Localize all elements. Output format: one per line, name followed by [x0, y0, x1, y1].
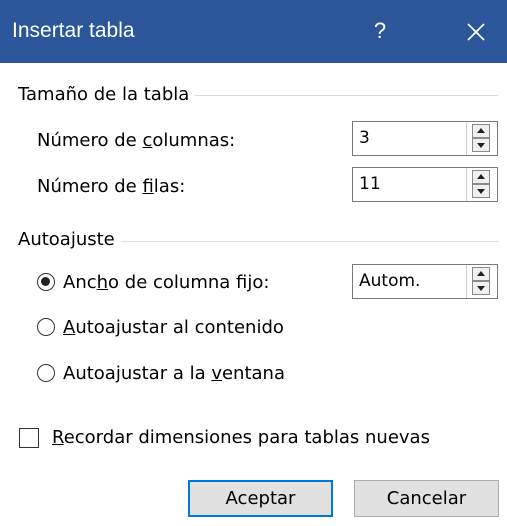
columns-spin-arrows [466, 122, 497, 155]
fixed-width-input[interactable]: Autom. [359, 271, 420, 291]
close-button[interactable] [455, 13, 495, 49]
rows-down-arrow-icon[interactable] [472, 184, 490, 198]
close-icon [467, 23, 485, 41]
rows-spinner[interactable]: 11 [352, 167, 498, 202]
remember-label[interactable]: Recordar dimensiones para tablas nuevas [52, 427, 430, 448]
columns-input[interactable]: 3 [359, 128, 370, 148]
fixed-width-down-arrow-icon[interactable] [472, 281, 490, 295]
columns-down-arrow-icon[interactable] [472, 138, 490, 152]
fit-contents-label[interactable]: Autoajustar al contenido [63, 317, 284, 338]
columns-label: Número de columnas: [37, 130, 236, 151]
fixed-width-up-arrow-icon[interactable] [472, 267, 490, 281]
ok-button[interactable]: Aceptar [188, 480, 333, 517]
fit-window-radio[interactable] [37, 364, 55, 382]
size-group-title: Tamaño de la tabla [18, 84, 196, 105]
fixed-width-spinner[interactable]: Autom. [352, 264, 498, 299]
rows-input[interactable]: 11 [359, 174, 381, 194]
cancel-button[interactable]: Cancelar [354, 480, 499, 517]
columns-spinner[interactable]: 3 [352, 121, 498, 156]
fixed-width-radio[interactable] [37, 273, 55, 291]
fit-window-label[interactable]: Autoajustar a la ventana [63, 363, 285, 384]
rows-label: Número de filas: [37, 176, 186, 197]
remember-checkbox[interactable] [19, 428, 39, 448]
fit-contents-radio[interactable] [37, 318, 55, 336]
rows-up-arrow-icon[interactable] [472, 170, 490, 184]
help-button[interactable]: ? [360, 14, 400, 48]
fixed-width-label[interactable]: Ancho de columna fijo: [63, 272, 269, 293]
title-bar: Insertar tabla ? [0, 0, 507, 63]
columns-up-arrow-icon[interactable] [472, 124, 490, 138]
dialog-title: Insertar tabla [12, 19, 135, 42]
fixed-width-spin-arrows [466, 265, 497, 298]
rows-spin-arrows [466, 168, 497, 201]
autofit-group-title: Autoajuste [18, 229, 121, 250]
